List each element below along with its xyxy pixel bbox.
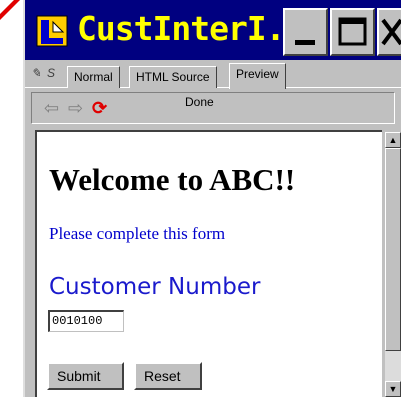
view-tabstrip: ✎ S Normal HTML Source Preview bbox=[25, 60, 401, 89]
refresh-icon[interactable]: ⟳ bbox=[92, 99, 107, 117]
submit-button[interactable]: Submit bbox=[47, 362, 124, 390]
vertical-scrollbar[interactable]: ▲ ▼ bbox=[385, 132, 401, 397]
preview-pane: Welcome to ABC!! Please complete this fo… bbox=[35, 130, 382, 397]
form-instruction: Please complete this form bbox=[49, 224, 226, 243]
customer-number-input[interactable]: 0010100 bbox=[48, 310, 124, 332]
app-icon[interactable] bbox=[35, 14, 69, 48]
maximize-icon bbox=[338, 17, 367, 46]
toolbar-panel: ⇦ ⇨ ⟳ Done bbox=[31, 92, 395, 124]
back-arrow-icon[interactable]: ⇦ bbox=[44, 99, 59, 117]
red-corner-accent bbox=[0, 0, 20, 20]
minimize-button[interactable] bbox=[283, 8, 328, 56]
scroll-down-button[interactable]: ▼ bbox=[385, 381, 401, 397]
close-button[interactable] bbox=[377, 8, 401, 56]
tab-preview[interactable]: Preview bbox=[229, 63, 286, 89]
maximize-button[interactable] bbox=[330, 8, 375, 56]
pencil-icon[interactable]: ✎ bbox=[31, 66, 41, 80]
down-arrow-icon: ▼ bbox=[388, 384, 398, 394]
scroll-thumb[interactable] bbox=[385, 148, 401, 351]
app-window: CustInterI... ✎ S Normal HTML Source Pre… bbox=[23, 0, 401, 397]
reset-button[interactable]: Reset bbox=[134, 362, 202, 390]
tab-normal[interactable]: Normal bbox=[67, 66, 120, 88]
minimize-icon bbox=[295, 40, 315, 45]
forward-arrow-icon[interactable]: ⇨ bbox=[68, 99, 83, 117]
scroll-up-button[interactable]: ▲ bbox=[385, 132, 401, 148]
tab-html-source[interactable]: HTML Source bbox=[129, 66, 217, 88]
title-bar[interactable]: CustInterI... bbox=[25, 0, 401, 60]
browser-toolbar: ⇦ ⇨ ⟳ Done bbox=[25, 89, 401, 127]
status-text: Done bbox=[185, 95, 214, 109]
close-icon bbox=[381, 18, 401, 46]
customer-number-label: Customer Number bbox=[49, 274, 261, 300]
up-arrow-icon: ▲ bbox=[388, 135, 398, 145]
page-heading: Welcome to ABC!! bbox=[49, 162, 296, 197]
s-icon[interactable]: S bbox=[47, 66, 55, 80]
